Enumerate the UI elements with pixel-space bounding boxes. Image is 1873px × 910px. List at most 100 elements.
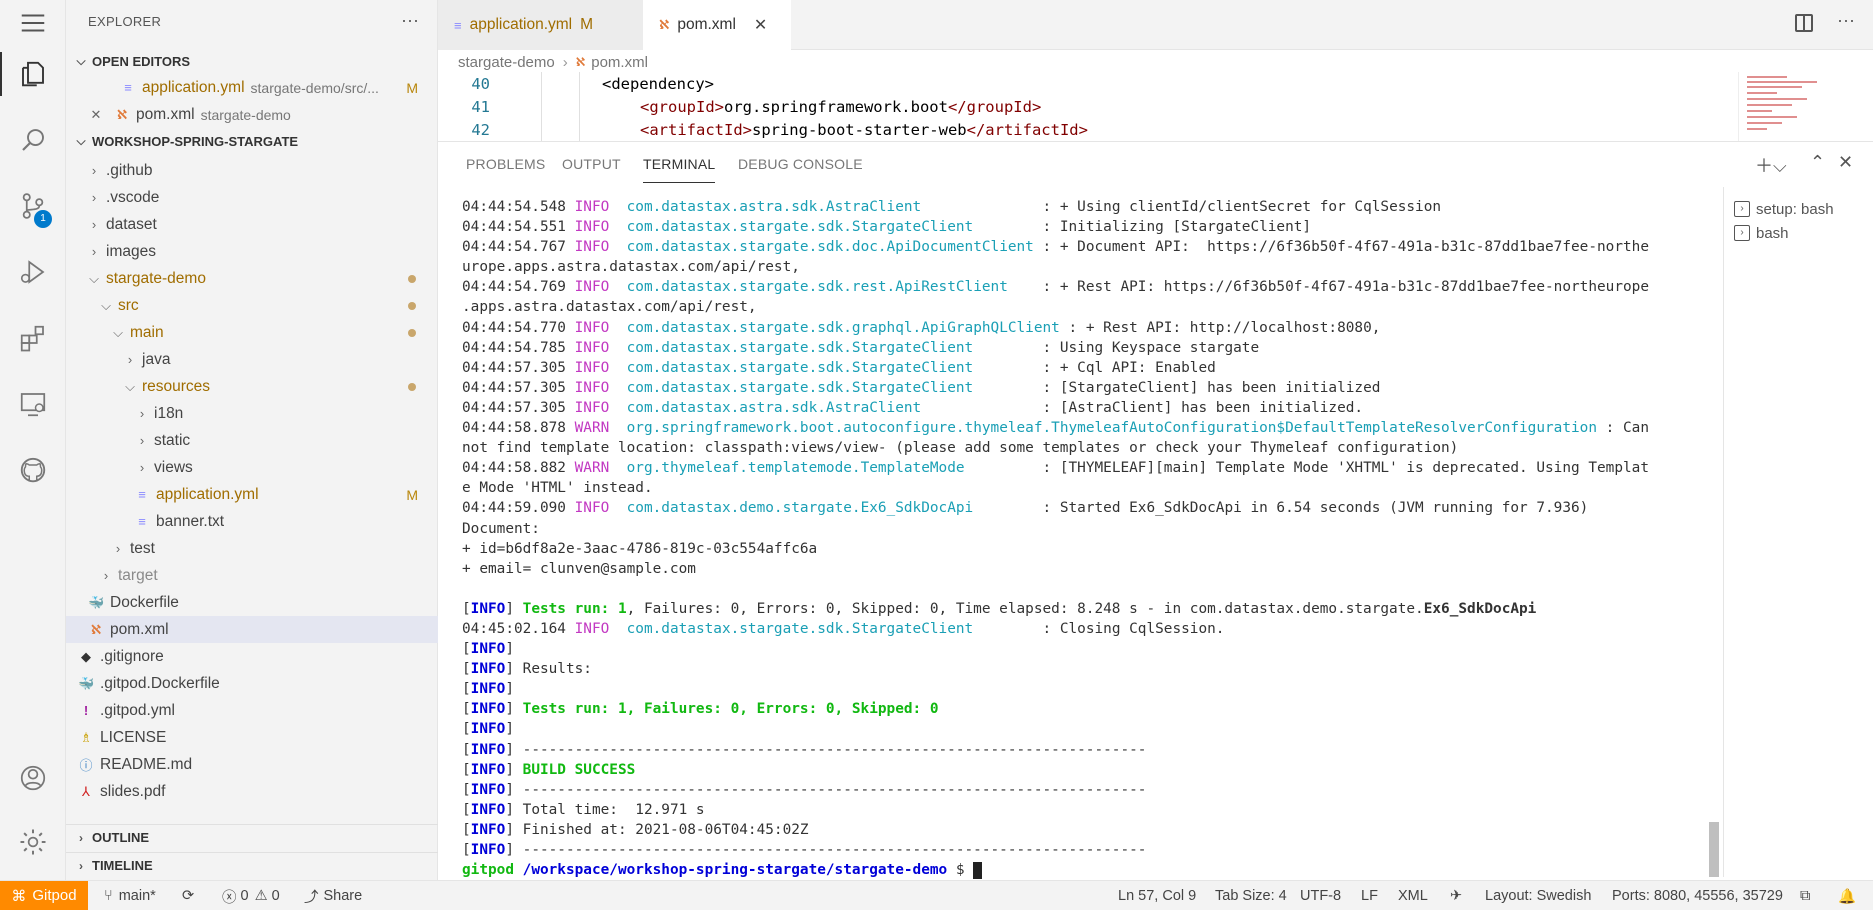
tree-item-license[interactable]: ♗ LICENSE — [66, 724, 438, 751]
more-actions-icon[interactable]: ··· — [401, 10, 419, 31]
tree-item-src[interactable]: ⌵ src — [66, 292, 438, 319]
tree-item-views[interactable]: › views — [66, 454, 438, 481]
terminal-cursor — [973, 861, 983, 879]
end-of-line[interactable]: LF — [1361, 881, 1378, 910]
sync-icon[interactable]: ⟳ — [182, 881, 194, 910]
log-text: e Mode 'HTML' instead. — [462, 480, 653, 497]
log-timestamp: 04:44:54.767 — [462, 239, 575, 256]
settings-gear-icon[interactable] — [0, 814, 66, 870]
github-icon[interactable] — [0, 442, 66, 498]
more-actions-icon[interactable]: ··· — [1837, 10, 1855, 31]
new-terminal-icon[interactable]: ＋⌵ — [1755, 152, 1787, 178]
chevron-right-icon: › — [139, 406, 145, 421]
menu-icon[interactable] — [0, 0, 66, 46]
panel-tab-terminal[interactable]: TERMINAL — [643, 156, 716, 183]
breadcrumb-folder[interactable]: stargate-demo — [458, 54, 555, 71]
section-open-editors[interactable]: ⌵ OPEN EDITORS — [66, 48, 438, 74]
source-control-icon[interactable]: 1 — [0, 178, 66, 234]
split-editor-icon[interactable] — [1795, 14, 1813, 32]
tree-item-main[interactable]: ⌵ main — [66, 319, 438, 346]
terminal-line: 04:44:54.769 INFO com.datastax.stargate.… — [462, 277, 1873, 297]
tree-item-images[interactable]: › images — [66, 238, 438, 265]
tree-item-label: .gitignore — [100, 647, 164, 665]
open-editor-name: application.yml — [142, 78, 245, 96]
log-class: org.springframework.boot.autoconfigure.t… — [626, 420, 1597, 437]
section-workspace[interactable]: ⌵ WORKSHOP-SPRING-STARGATE — [66, 128, 438, 154]
log-timestamp: 04:44:59.090 — [462, 500, 575, 517]
section-label: TIMELINE — [92, 858, 153, 873]
tree-item-banner[interactable]: ≡ banner.txt — [66, 508, 438, 535]
tree-item-i18n[interactable]: › i18n — [66, 400, 438, 427]
gitpod-button[interactable]: ⌘ Gitpod — [0, 880, 88, 910]
panel-tab-debug-console[interactable]: DEBUG CONSOLE — [738, 156, 863, 172]
close-icon[interactable]: ✕ — [754, 15, 767, 35]
share-button[interactable]: ⤴ Share — [304, 881, 362, 910]
tree-item-application-yml[interactable]: ≡ application.yml M — [66, 481, 438, 508]
tab-pom-xml[interactable]: ℵ pom.xml ✕ — [643, 0, 791, 50]
tab-size[interactable]: Tab Size: 4 — [1215, 881, 1287, 910]
tree-item-static[interactable]: › static — [66, 427, 438, 454]
account-icon[interactable] — [0, 750, 66, 806]
bracket: ] — [505, 600, 523, 617]
log-space — [618, 219, 627, 235]
open-editor-application-yml[interactable]: ≡ application.yml stargate-demo/src/... … — [66, 74, 438, 101]
terminal-item-setup[interactable]: › setup: bash — [1734, 197, 1834, 221]
tree-item-stargate-demo[interactable]: ⌵ stargate-demo — [66, 265, 438, 292]
tree-item-resources[interactable]: ⌵ resources — [66, 373, 438, 400]
run-debug-icon[interactable] — [0, 244, 66, 300]
tree-item-test[interactable]: › test — [66, 535, 438, 562]
maximize-panel-icon[interactable]: ⌃ — [1810, 152, 1825, 173]
breadcrumb-file[interactable]: pom.xml — [591, 54, 648, 71]
close-icon[interactable]: ✕ — [88, 107, 104, 123]
tree-item-github[interactable]: › .github — [66, 157, 438, 184]
panel-tab-output[interactable]: OUTPUT — [562, 156, 621, 172]
summary-text: BUILD SUCCESS — [522, 761, 636, 778]
sidebar-title: EXPLORER — [88, 14, 162, 29]
search-icon[interactable] — [0, 112, 66, 168]
section-outline[interactable]: › OUTLINE — [66, 824, 438, 850]
summary-text: Tests run: 1, Failures: 0, Errors: 0, Sk… — [522, 701, 939, 718]
branch-indicator[interactable]: ⑂ main* — [104, 881, 156, 910]
extensions-icon[interactable] — [0, 310, 66, 366]
close-panel-icon[interactable]: ✕ — [1838, 152, 1853, 173]
keyboard-layout[interactable]: Layout: Swedish — [1485, 881, 1591, 910]
language-mode[interactable]: XML — [1398, 881, 1428, 910]
ports-indicator[interactable]: Ports: 8080, 45556, 35729 — [1612, 881, 1783, 910]
panel-tab-problems[interactable]: PROBLEMS — [466, 156, 545, 172]
notifications-bell-icon[interactable]: 🔔 — [1838, 881, 1856, 910]
tree-item-target[interactable]: › target — [66, 562, 438, 589]
code-line: 41 <groupId>org.springframework.boot</gr… — [438, 95, 1041, 118]
section-timeline[interactable]: › TIMELINE — [66, 852, 438, 878]
terminal-list: › setup: bash › bash — [1723, 187, 1873, 877]
terminal-line: 04:44:57.305 INFO com.datastax.stargate.… — [462, 378, 1873, 398]
tree-item-java[interactable]: › java — [66, 346, 438, 373]
feedback-icon[interactable]: ✈ — [1450, 881, 1462, 910]
cursor-position[interactable]: Ln 57, Col 9 — [1118, 881, 1196, 910]
tree-item-gitpod-dockerfile[interactable]: 🐳 .gitpod.Dockerfile — [66, 670, 438, 697]
open-editor-pom-xml[interactable]: ✕ ℵ pom.xml stargate-demo — [66, 101, 438, 128]
tree-item-pom[interactable]: ℵ pom.xml — [66, 616, 438, 643]
terminal-output[interactable]: 04:44:54.548 INFO com.datastax.astra.sdk… — [462, 197, 1873, 880]
remote-explorer-icon[interactable] — [0, 376, 66, 432]
log-timestamp: 04:44:54.769 — [462, 279, 575, 296]
tree-item-readme[interactable]: ⓘ README.md — [66, 751, 438, 778]
problems-indicator[interactable]: ⓧ 0 ⚠ 0 — [222, 881, 280, 910]
tree-item-dockerfile[interactable]: 🐳 Dockerfile — [66, 589, 438, 616]
line-number: 41 — [471, 97, 490, 116]
tab-application-yml[interactable]: ≡ application.yml M — [438, 0, 643, 50]
tree-item-gitpod-yml[interactable]: ! .gitpod.yml — [66, 697, 438, 724]
tree-item-gitignore[interactable]: ◆ .gitignore — [66, 643, 438, 670]
tree-item-dataset[interactable]: › dataset — [66, 211, 438, 238]
log-class: com.datastax.stargate.sdk.graphql.ApiGra… — [626, 319, 1060, 336]
chevron-right-icon: › — [115, 541, 121, 556]
remote-icon[interactable]: ⧉ — [1800, 881, 1810, 910]
explorer-icon[interactable] — [0, 46, 66, 102]
code-editor[interactable]: 40 <dependency> 41 <groupId>org.springfr… — [438, 72, 1718, 141]
encoding[interactable]: UTF-8 — [1300, 881, 1341, 910]
log-space — [618, 621, 627, 637]
tree-item-vscode[interactable]: › .vscode — [66, 184, 438, 211]
minimap[interactable] — [1738, 72, 1858, 141]
terminal-item-bash[interactable]: › bash — [1734, 221, 1789, 245]
tree-item-slides[interactable]: ⅄ slides.pdf — [66, 778, 438, 805]
terminal-scrollbar[interactable] — [1709, 822, 1719, 877]
